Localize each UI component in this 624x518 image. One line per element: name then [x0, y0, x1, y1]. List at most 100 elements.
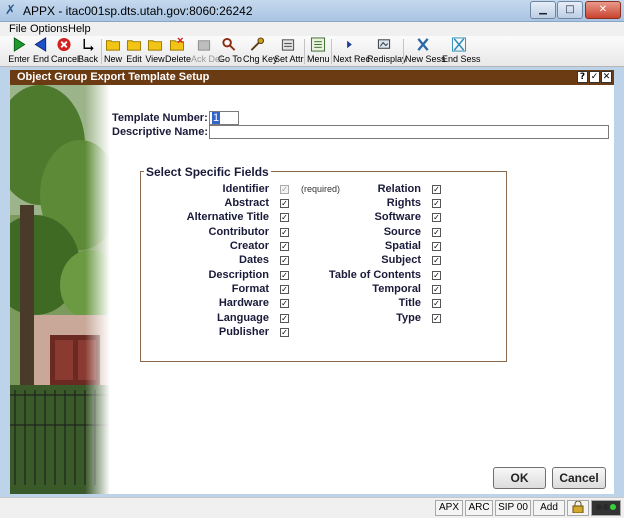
- toolbar-separator: [331, 39, 332, 64]
- next-rec-button[interactable]: Next Rec: [333, 37, 370, 66]
- table-of-contents-checkbox[interactable]: ✓: [432, 271, 441, 280]
- source-checkbox[interactable]: ✓: [432, 228, 441, 237]
- ok-button[interactable]: OK: [493, 467, 546, 489]
- language-checkbox[interactable]: ✓: [280, 314, 289, 323]
- ack-del-icon: [197, 40, 211, 51]
- field-label-alternative-title: Alternative Title: [186, 211, 269, 223]
- lock-glyph-icon: [572, 500, 584, 514]
- temporal-checkbox[interactable]: ✓: [432, 285, 441, 294]
- rights-checkbox[interactable]: ✓: [432, 199, 441, 208]
- folder-edit-icon: [126, 40, 142, 51]
- cancel-button[interactable]: Cancel: [51, 37, 79, 66]
- software-checkbox[interactable]: ✓: [432, 213, 441, 222]
- field-label-publisher: Publisher: [218, 326, 269, 338]
- form-title: Object Group Export Template Setup: [17, 71, 210, 83]
- traffic-light-icon: [596, 504, 616, 510]
- delete-button[interactable]: Delete: [165, 37, 191, 66]
- spatial-checkbox[interactable]: ✓: [432, 242, 441, 251]
- edit-button[interactable]: Edit: [124, 37, 144, 66]
- folder-delete-icon: [169, 37, 185, 51]
- form-header: Object Group Export Template Setup ? ✓ ✕: [10, 70, 614, 85]
- template-number-input[interactable]: 1: [209, 111, 239, 125]
- new-session-icon: [417, 38, 429, 51]
- identifier-checkbox: ✓: [280, 185, 289, 194]
- field-label-hardware: Hardware: [218, 297, 269, 309]
- key-icon: [250, 37, 265, 51]
- format-checkbox[interactable]: ✓: [280, 285, 289, 294]
- close-window-button[interactable]: ✕: [585, 1, 621, 19]
- back-button[interactable]: Back: [78, 37, 98, 66]
- alternative-title-checkbox[interactable]: ✓: [280, 213, 289, 222]
- form-body: Template Number: 1 Descriptive Name: Sel…: [10, 85, 614, 494]
- title-checkbox[interactable]: ✓: [432, 299, 441, 308]
- field-label-source: Source: [383, 226, 421, 238]
- cancel-form-button[interactable]: Cancel: [552, 467, 606, 489]
- type-checkbox[interactable]: ✓: [432, 314, 441, 323]
- menu-bar: File Options Help: [0, 22, 624, 36]
- subject-checkbox[interactable]: ✓: [432, 256, 441, 265]
- required-note: (required): [301, 184, 341, 194]
- view-button[interactable]: View: [145, 37, 165, 66]
- toolbar-separator: [403, 39, 404, 64]
- set-attr-icon: [281, 39, 295, 51]
- field-label-title: Title: [398, 297, 421, 309]
- field-label-table-of-contents: Table of Contents: [328, 269, 421, 281]
- field-label-spatial: Spatial: [384, 240, 421, 252]
- publisher-checkbox[interactable]: ✓: [280, 328, 289, 337]
- status-sip: SIP 00: [495, 500, 531, 516]
- status-arc: ARC: [465, 500, 493, 516]
- toolbar-separator: [101, 39, 102, 64]
- end-session-button[interactable]: End Sess: [442, 37, 481, 66]
- description-checkbox[interactable]: ✓: [280, 271, 289, 280]
- descriptive-name-input[interactable]: [209, 125, 609, 139]
- set-attr-button[interactable]: Set Attr: [274, 37, 304, 66]
- status-mode: Add: [533, 500, 565, 516]
- select-fields-title: Select Specific Fields: [144, 165, 271, 179]
- field-label-software: Software: [374, 211, 421, 223]
- descriptive-name-label: Descriptive Name:: [112, 126, 208, 138]
- chg-key-button[interactable]: Chg Key: [243, 37, 278, 66]
- field-label-contributor: Contributor: [208, 226, 269, 238]
- enter-button[interactable]: Enter: [6, 37, 32, 66]
- new-button[interactable]: New: [103, 37, 123, 66]
- building-photo: [10, 85, 110, 494]
- field-label-dates: Dates: [239, 254, 269, 266]
- field-label-language: Language: [217, 312, 269, 324]
- menu-file[interactable]: File: [9, 22, 27, 36]
- cancel-icon: [57, 37, 71, 52]
- window-title: APPX - itac001sp.dts.utah.gov:8060:26242: [23, 4, 253, 18]
- minimize-button[interactable]: ▁: [530, 1, 556, 19]
- back-icon: [83, 38, 94, 52]
- creator-checkbox[interactable]: ✓: [280, 242, 289, 251]
- relation-checkbox[interactable]: ✓: [432, 185, 441, 194]
- field-label-abstract: Abstract: [224, 197, 269, 209]
- window-titlebar: ✗ APPX - itac001sp.dts.utah.gov:8060:262…: [0, 0, 624, 22]
- abstract-checkbox[interactable]: ✓: [280, 199, 289, 208]
- help-button[interactable]: ?: [577, 71, 588, 83]
- field-label-subject: Subject: [381, 254, 421, 266]
- new-session-button[interactable]: New Sess: [405, 37, 446, 66]
- field-label-identifier: Identifier: [222, 183, 269, 195]
- redisplay-button[interactable]: Redisplay: [367, 37, 407, 66]
- field-label-rights: Rights: [386, 197, 421, 209]
- toolbar: Enter End Cancel Back New Edit View Dele…: [0, 36, 624, 67]
- menu-options[interactable]: Options: [30, 22, 68, 36]
- magnifier-icon: [222, 37, 236, 51]
- close-form-button[interactable]: ✕: [601, 71, 612, 83]
- field-label-description: Description: [208, 269, 269, 281]
- end-button[interactable]: End: [31, 37, 51, 66]
- go-to-button[interactable]: Go To: [218, 37, 242, 66]
- menu-button[interactable]: Menu: [307, 37, 330, 66]
- accept-button[interactable]: ✓: [589, 71, 600, 83]
- connection-lights-icon: [591, 500, 621, 516]
- menu-icon: [310, 37, 326, 52]
- appx-logo-icon: ✗: [5, 3, 16, 18]
- maximize-button[interactable]: □: [557, 1, 583, 19]
- menu-help[interactable]: Help: [68, 22, 91, 36]
- field-label-relation: Relation: [377, 183, 421, 195]
- next-rec-icon: [347, 40, 352, 49]
- ack-del-button[interactable]: Ack Del: [191, 37, 222, 66]
- dates-checkbox[interactable]: ✓: [280, 256, 289, 265]
- contributor-checkbox[interactable]: ✓: [280, 228, 289, 237]
- hardware-checkbox[interactable]: ✓: [280, 299, 289, 308]
